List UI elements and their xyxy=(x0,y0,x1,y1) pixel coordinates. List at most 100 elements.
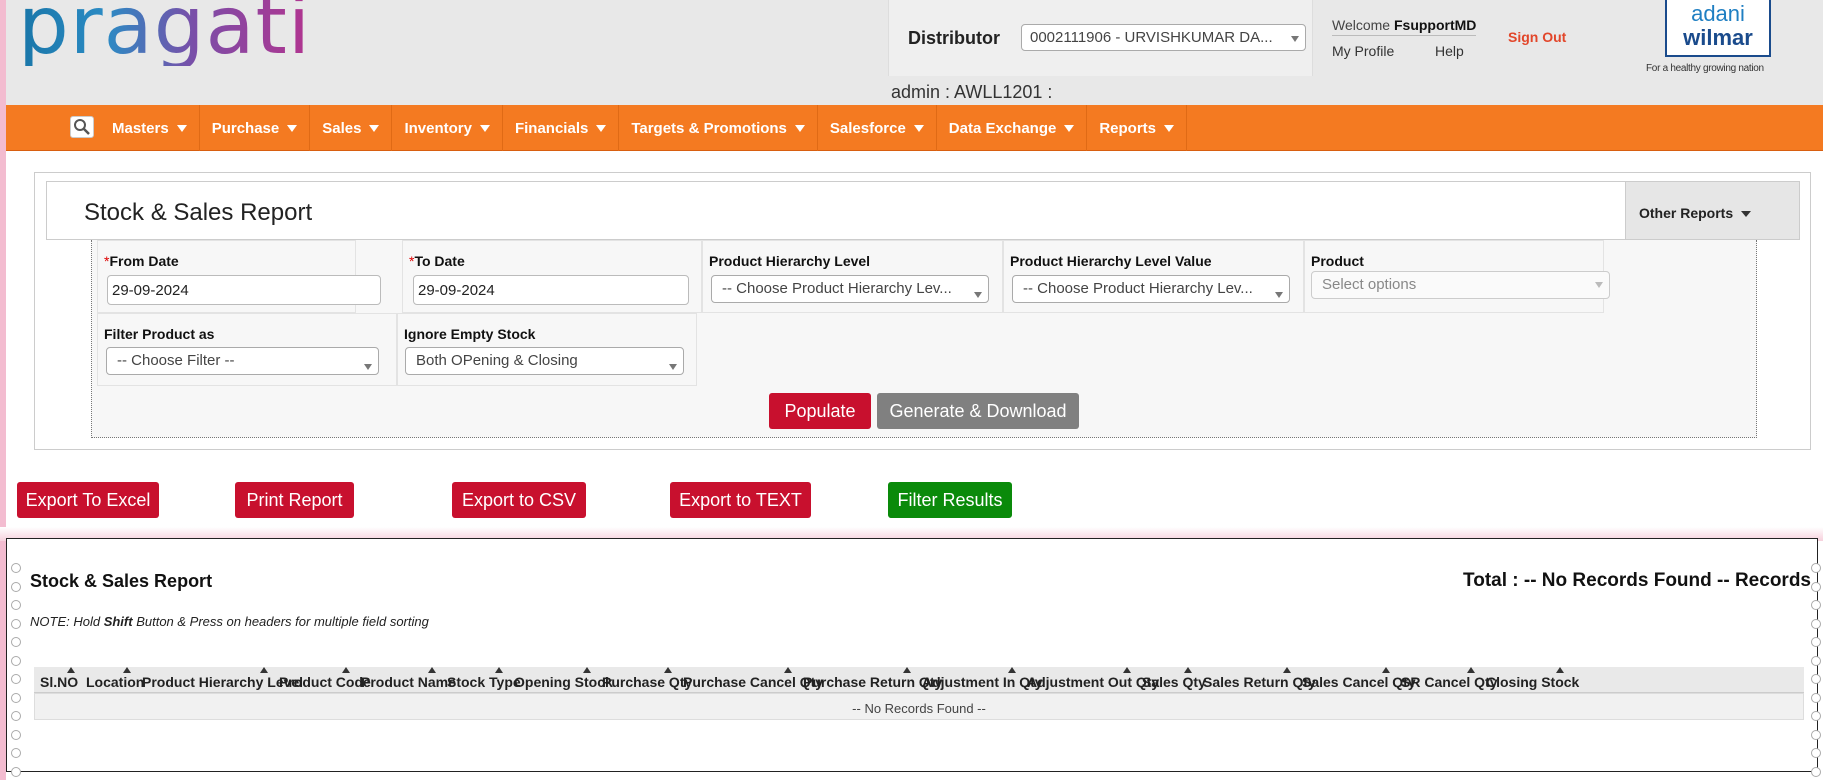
resize-dot xyxy=(11,711,21,721)
results-table: Sl.NO Location Product Hierarchy Level Prod… xyxy=(34,667,1804,720)
product-multiselect[interactable]: Select options xyxy=(1311,271,1610,299)
column-header-location[interactable]: Location xyxy=(79,667,144,692)
nav-item-sales[interactable]: Sales xyxy=(310,105,393,151)
resize-dot xyxy=(11,748,21,758)
resize-dot xyxy=(1811,692,1821,703)
column-header-product-code[interactable]: Product Code xyxy=(272,667,371,692)
column-header-adjustment-in-qty[interactable]: Adjustment In Qty xyxy=(915,667,1043,692)
chevron-down-icon xyxy=(596,124,607,132)
nav-item-financials[interactable]: Financials xyxy=(503,105,620,151)
sort-icon xyxy=(428,667,436,673)
column-header-product-hierarchy-level[interactable]: Product Hierarchy Level xyxy=(135,667,303,692)
chevron-down-icon xyxy=(287,124,298,132)
resize-dot xyxy=(1811,674,1821,684)
results-title: Stock & Sales Report xyxy=(30,571,213,591)
column-header-purchase-qty[interactable]: Purchase Qty xyxy=(595,667,692,692)
column-header-purchase-cancel-qty[interactable]: Purchase Cancel Qty xyxy=(676,667,823,692)
filter-product-field: Filter Product as -- Choose Filter -- xyxy=(97,313,397,386)
ignore-empty-stock-select[interactable]: Both OPening & Closing xyxy=(405,347,684,375)
resize-dot xyxy=(1811,563,1821,573)
column-header-sales-qty[interactable]: Sales Qty xyxy=(1135,667,1206,692)
column-header-adjustment-out-qty[interactable]: Adjustment Out Qty xyxy=(1020,667,1159,692)
adani-wilmar-logo: adani wilmar xyxy=(1665,0,1771,57)
pragati-logo[interactable]: pragati xyxy=(18,0,311,66)
column-header-sl-no[interactable]: Sl.NO xyxy=(34,667,79,692)
distributor-panel: Distributor 0002111906 - URVISHKUMAR DA.… xyxy=(888,0,1313,76)
nav-item-purchase[interactable]: Purchase xyxy=(200,105,311,151)
nav-item-salesforce[interactable]: Salesforce xyxy=(818,105,937,151)
sort-icon xyxy=(1184,667,1192,673)
sort-icon xyxy=(342,667,350,673)
product-hierarchy-level-label: Product Hierarchy Level xyxy=(709,253,871,269)
export-csv-button[interactable]: Export to CSV xyxy=(452,482,586,518)
column-header-opening-stock[interactable]: Opening Stock xyxy=(507,667,613,692)
resize-dot xyxy=(1811,729,1821,740)
chevron-down-icon xyxy=(479,124,490,132)
chevron-down-icon xyxy=(794,124,805,132)
column-header-stock-type[interactable]: Stock Type xyxy=(440,667,521,692)
sort-icon xyxy=(784,667,792,673)
product-hierarchy-level-select[interactable]: -- Choose Product Hierarchy Lev... xyxy=(711,275,989,303)
from-date-field: *From Date 29-09-2024 xyxy=(97,240,381,313)
sort-note: NOTE: Hold Shift Button & Press on heade… xyxy=(30,614,429,629)
column-header-sales-cancel-qty[interactable]: Sales Cancel Qty xyxy=(1295,667,1416,692)
nav-menu: Masters Purchase Sales Inventory Financials T… xyxy=(100,105,1188,151)
nav-item-targets-promotions[interactable]: Targets & Promotions xyxy=(619,105,818,151)
column-header-sales-return-qty[interactable]: Sales Return Qty xyxy=(1196,667,1316,692)
print-report-button[interactable]: Print Report xyxy=(235,482,354,518)
resize-dot xyxy=(11,563,21,573)
search-icon[interactable] xyxy=(70,116,94,138)
welcome-user: FsupportMD xyxy=(1393,17,1477,33)
empty-row: -- No Records Found -- xyxy=(34,693,1804,720)
resize-handle-right[interactable] xyxy=(1811,539,1823,777)
sort-icon xyxy=(260,667,268,673)
admin-info: admin : AWLL1201 : xyxy=(891,82,1053,102)
column-header-purchase-return-qty[interactable]: Purchase Return Qty xyxy=(796,667,942,692)
from-date-input[interactable]: 29-09-2024 xyxy=(107,275,381,305)
resize-dot xyxy=(1811,600,1821,610)
sort-icon xyxy=(1467,667,1475,673)
resize-dot xyxy=(1811,711,1821,721)
sort-icon xyxy=(123,667,131,673)
sort-icon xyxy=(1123,667,1131,673)
populate-button[interactable]: Populate xyxy=(769,393,871,429)
column-header-sr-cancel-qty[interactable]: SR Cancel Qty xyxy=(1394,667,1497,692)
filter-product-select[interactable]: -- Choose Filter -- xyxy=(106,347,379,375)
filter-product-label: Filter Product as xyxy=(104,326,215,342)
help-link[interactable]: Help xyxy=(1435,43,1464,59)
resize-dot xyxy=(1811,748,1821,758)
other-reports-dropdown[interactable]: Other Reports xyxy=(1625,182,1799,239)
distributor-label: Distributor xyxy=(908,28,1000,48)
results-panel: Stock & Sales Report Total : -- No Recor… xyxy=(6,538,1821,777)
nav-item-reports[interactable]: Reports xyxy=(1087,105,1188,151)
column-header-closing-stock[interactable]: Closing Stock xyxy=(1479,667,1579,692)
sort-icon xyxy=(903,667,911,673)
resize-dot xyxy=(11,600,21,610)
nav-item-masters[interactable]: Masters xyxy=(100,105,200,151)
to-date-label: To Date xyxy=(414,253,465,269)
export-text-button[interactable]: Export to TEXT xyxy=(670,482,811,518)
chevron-down-icon xyxy=(669,364,677,370)
product-hierarchy-level-value-select[interactable]: -- Choose Product Hierarchy Lev... xyxy=(1012,275,1290,303)
sign-out-link[interactable]: Sign Out xyxy=(1508,29,1566,45)
chevron-down-icon xyxy=(176,124,187,132)
sort-icon xyxy=(583,667,591,673)
chevron-down-icon xyxy=(1164,124,1175,132)
resize-handle-left[interactable] xyxy=(11,539,23,777)
chevron-down-icon xyxy=(1595,282,1603,288)
resize-dot xyxy=(1811,637,1821,647)
filter-results-button[interactable]: Filter Results xyxy=(888,482,1012,518)
to-date-input[interactable]: 29-09-2024 xyxy=(413,275,689,305)
generate-download-button[interactable]: Generate & Download xyxy=(877,393,1079,429)
chevron-down-icon xyxy=(1291,36,1299,42)
my-profile-link[interactable]: My Profile xyxy=(1332,43,1394,59)
product-label: Product xyxy=(1311,253,1364,269)
nav-item-data-exchange[interactable]: Data Exchange xyxy=(937,105,1088,151)
sort-icon xyxy=(495,667,503,673)
app-header: pragati Distributor 0002111906 - URVISHK… xyxy=(6,0,1823,105)
export-excel-button[interactable]: Export To Excel xyxy=(17,482,159,518)
column-header-product-name[interactable]: Product Name xyxy=(354,667,456,692)
distributor-select[interactable]: 0002111906 - URVISHKUMAR DA... xyxy=(1021,24,1306,51)
nav-item-inventory[interactable]: Inventory xyxy=(392,105,503,151)
product-field: Product Select options xyxy=(1304,240,1610,313)
